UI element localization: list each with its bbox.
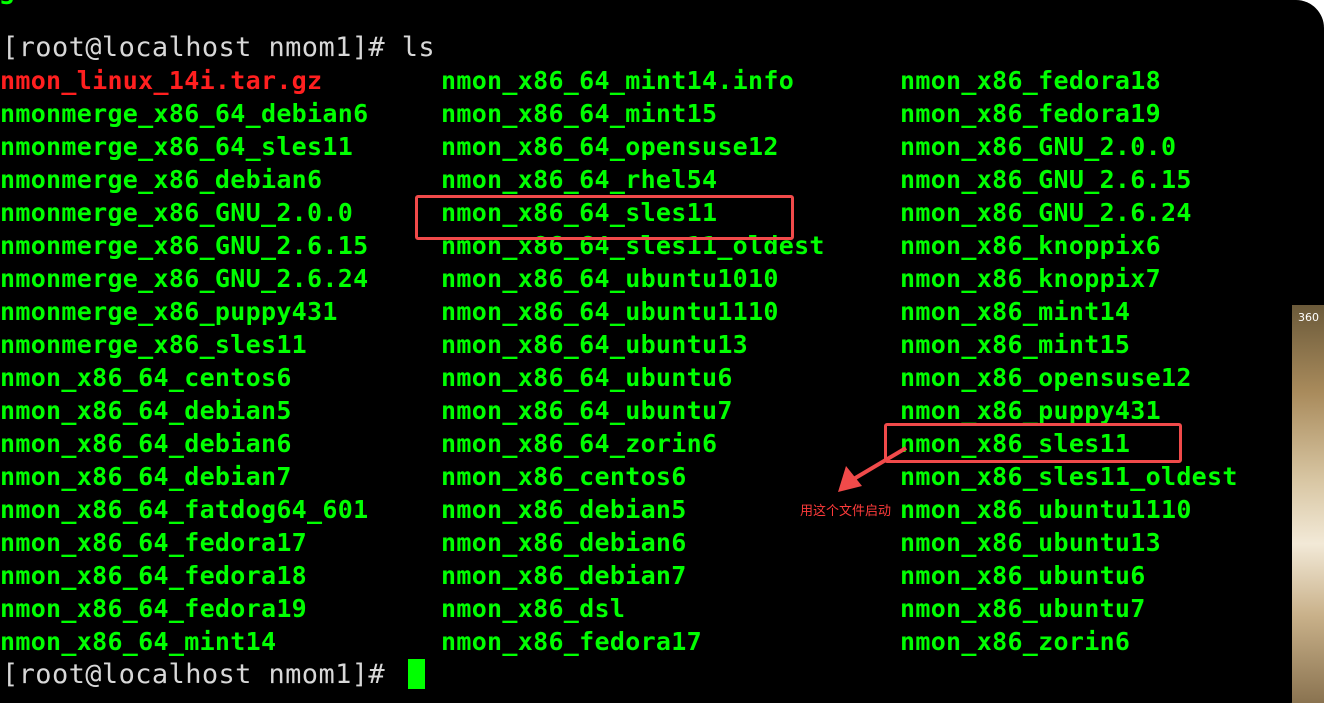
file-entry: nmon_x86_64_debian5 [0, 396, 292, 425]
file-entry: nmon_x86_knoppix7 [900, 264, 1161, 293]
file-entry: nmon_x86_knoppix6 [900, 231, 1161, 260]
file-entry: nmon_x86_64_ubuntu6 [441, 363, 733, 392]
file-entry: nmon_x86_64_opensuse12 [441, 132, 779, 161]
file-entry: nmonmerge_x86_64_debian6 [0, 99, 369, 128]
file-entry: nmon_x86_zorin6 [900, 627, 1131, 656]
file-entry: nmon_x86_64_fatdog64_601 [0, 495, 369, 524]
file-entry: nmon_x86_GNU_2.0.0 [900, 132, 1177, 161]
file-entry: nmon_x86_64_ubuntu7 [441, 396, 733, 425]
file-entry: nmon_x86_fedora17 [441, 627, 702, 656]
file-entry: nmon_x86_fedora19 [900, 99, 1161, 128]
file-entry: nmon_x86_ubuntu1110 [900, 495, 1192, 524]
file-entry: nmon_x86_64_fedora18 [0, 561, 308, 590]
file-entry: nmon_x86_64_centos6 [0, 363, 292, 392]
truncated-top-line: 3 [0, 0, 14, 13]
file-entry: nmonmerge_x86_debian6 [0, 165, 323, 194]
file-entry: nmon_x86_mint15 [900, 330, 1131, 359]
file-entry: nmon_x86_64_ubuntu13 [441, 330, 749, 359]
file-entry: nmon_x86_GNU_2.6.24 [900, 198, 1192, 227]
file-list-column-2: nmon_x86_64_mint14.info nmon_x86_64_mint1… [441, 64, 825, 658]
file-entry: nmon_x86_64_ubuntu1110 [441, 297, 779, 326]
file-entry: nmon_x86_64_fedora17 [0, 528, 308, 557]
terminal-window[interactable]: 3 [root@localhost nmom1]# ls nmon_linux_… [0, 0, 1324, 703]
file-entry: nmonmerge_x86_puppy431 [0, 297, 338, 326]
file-entry: nmonmerge_x86_64_sles11 [0, 132, 354, 161]
file-entry: nmon_x86_64_fedora19 [0, 594, 308, 623]
file-entry: nmon_x86_ubuntu6 [900, 561, 1146, 590]
file-entry: nmon_x86_debian6 [441, 528, 687, 557]
file-entry: nmon_x86_64_zorin6 [441, 429, 718, 458]
command-line-ls: [root@localhost nmom1]# ls [2, 32, 436, 63]
file-entry: nmonmerge_x86_GNU_2.6.15 [0, 231, 369, 260]
command-prompt[interactable]: [root@localhost nmom1]# [2, 658, 425, 691]
file-entry: nmon_x86_debian7 [441, 561, 687, 590]
file-entry: nmon_x86_64_mint15 [441, 99, 718, 128]
file-entry: nmon_x86_64_mint14.info [441, 66, 795, 95]
highlight-box-64-sles11 [415, 195, 794, 240]
file-entry: nmon_x86_GNU_2.6.15 [900, 165, 1192, 194]
side-image-label: 360 [1298, 311, 1319, 324]
file-entry: nmon_x86_64_debian7 [0, 462, 292, 491]
annotation-note: 用这个文件启动 [800, 504, 892, 519]
file-entry: nmon_linux_14i.tar.gz [0, 66, 323, 95]
file-entry: nmon_x86_ubuntu13 [900, 528, 1161, 557]
file-entry: nmon_x86_ubuntu7 [900, 594, 1146, 623]
file-entry: nmon_x86_opensuse12 [900, 363, 1192, 392]
file-list-column-3: nmon_x86_fedora18 nmon_x86_fedora19 nmon_x… [900, 64, 1238, 658]
highlight-box-x86-sles11 [884, 423, 1182, 463]
file-entry: nmon_x86_64_mint14 [0, 627, 277, 656]
file-entry: nmon_x86_64_debian6 [0, 429, 292, 458]
file-entry: nmon_x86_debian5 [441, 495, 687, 524]
file-entry: nmon_x86_sles11_oldest [900, 462, 1238, 491]
file-entry: nmon_x86_mint14 [900, 297, 1131, 326]
side-image-thumbnail[interactable]: 360 [1292, 305, 1324, 703]
text-cursor [407, 659, 425, 689]
file-entry: nmon_x86_64_ubuntu1010 [441, 264, 779, 293]
file-list-column-1: nmon_linux_14i.tar.gz nmonmerge_x86_64_de… [0, 64, 368, 658]
file-entry: nmon_x86_centos6 [441, 462, 687, 491]
file-entry: nmon_x86_dsl [441, 594, 626, 623]
file-entry: nmonmerge_x86_sles11 [0, 330, 308, 359]
file-entry: nmon_x86_fedora18 [900, 66, 1161, 95]
file-entry: nmon_x86_64_rhel54 [441, 165, 718, 194]
file-entry: nmonmerge_x86_GNU_2.6.24 [0, 264, 369, 293]
file-entry: nmonmerge_x86_GNU_2.0.0 [0, 198, 354, 227]
prompt-text: [root@localhost nmom1]# [2, 659, 402, 690]
